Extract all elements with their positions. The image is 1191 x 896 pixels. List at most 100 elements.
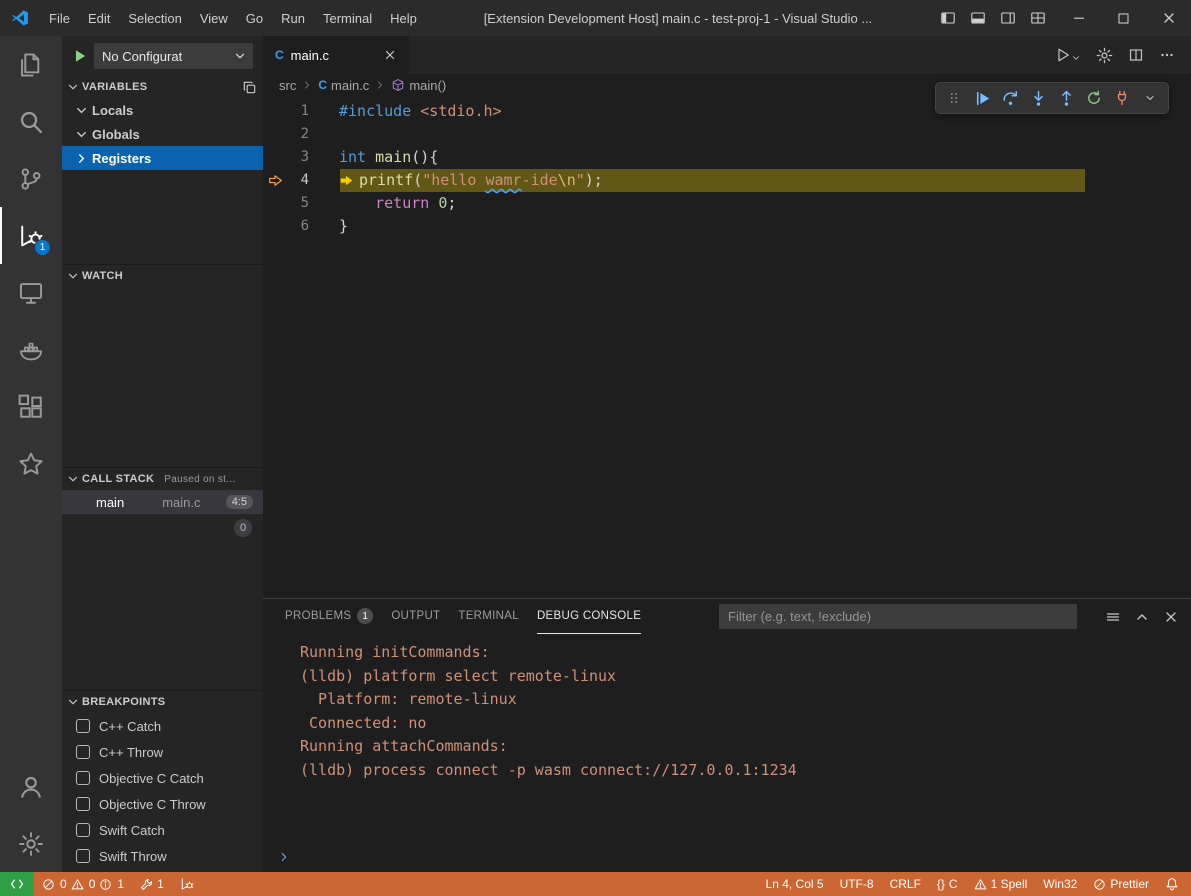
breakpoint-checkbox[interactable] (76, 849, 90, 863)
tab-problems[interactable]: PROBLEMS 1 (285, 599, 373, 634)
start-debugging-button[interactable] (72, 48, 88, 64)
variables-header[interactable]: VARIABLES (62, 76, 263, 98)
continue-button[interactable] (969, 85, 995, 111)
remote-indicator[interactable] (0, 872, 34, 896)
menu-edit[interactable]: Edit (79, 11, 119, 26)
debug-config-dropdown[interactable]: No Configurat (94, 43, 253, 69)
settings-button[interactable] (0, 815, 62, 872)
split-editor-button[interactable] (1128, 47, 1144, 63)
breakpoint-item[interactable]: C++ Throw (62, 739, 263, 765)
sidebar-item-source-control[interactable] (0, 150, 62, 207)
code-editor[interactable]: 1 #include <stdio.h> 2 3 int main(){ 4 (263, 96, 1191, 598)
chevron-down-icon (1144, 92, 1156, 104)
spell-checker-status[interactable]: 1 Spell (966, 872, 1036, 896)
call-stack-header[interactable]: CALL STACK Paused on st... (62, 468, 263, 490)
breakpoint-checkbox[interactable] (76, 719, 90, 733)
step-into-button[interactable] (1025, 85, 1051, 111)
tab-output[interactable]: OUTPUT (391, 599, 440, 634)
toggle-secondary-sidebar-button[interactable] (1000, 10, 1016, 26)
menu-go[interactable]: Go (237, 11, 272, 26)
step-over-button[interactable] (997, 85, 1023, 111)
debug-toolbar-more-button[interactable] (1137, 85, 1163, 111)
variables-scope-registers[interactable]: Registers (62, 146, 263, 170)
breakpoint-gutter[interactable] (263, 173, 283, 188)
ellipsis-icon (1159, 47, 1175, 63)
menu-run[interactable]: Run (272, 11, 314, 26)
breakpoint-checkbox[interactable] (76, 797, 90, 811)
breakpoint-item[interactable]: C++ Catch (62, 713, 263, 739)
close-button[interactable] (1146, 0, 1191, 36)
platform-status[interactable]: Win32 (1035, 872, 1085, 896)
console-input[interactable] (263, 845, 1191, 869)
disconnect-button[interactable] (1109, 85, 1135, 111)
tab-terminal[interactable]: TERMINAL (458, 599, 519, 634)
language-mode[interactable]: {} C (929, 872, 966, 896)
console-filter-input[interactable] (719, 604, 1077, 629)
stack-frame-row[interactable]: main main.c 4:5 (62, 490, 263, 514)
sidebar-item-search[interactable] (0, 93, 62, 150)
sidebar-item-explorer[interactable] (0, 36, 62, 93)
eol-status[interactable]: CRLF (882, 872, 929, 896)
editor-settings-button[interactable] (1096, 47, 1113, 64)
tools-status[interactable]: 1 (132, 872, 172, 896)
breakpoint-checkbox[interactable] (76, 823, 90, 837)
variables-scope-locals[interactable]: Locals (62, 98, 263, 122)
menu-selection[interactable]: Selection (119, 11, 190, 26)
maximize-button[interactable] (1101, 0, 1146, 36)
sidebar-item-docker[interactable] (0, 321, 62, 378)
menu-view[interactable]: View (191, 11, 237, 26)
breakpoint-item[interactable]: Objective C Catch (62, 765, 263, 791)
menu-file[interactable]: File (40, 11, 79, 26)
tab-close-button[interactable] (383, 48, 397, 62)
menu-help[interactable]: Help (381, 11, 426, 26)
collapse-all-button[interactable] (242, 80, 257, 95)
breadcrumb-symbol[interactable]: main() (391, 78, 446, 93)
breakpoint-item[interactable]: Swift Throw (62, 843, 263, 869)
variables-scope-globals[interactable]: Globals (62, 122, 263, 146)
breakpoint-checkbox[interactable] (76, 745, 90, 759)
breadcrumb-file[interactable]: C main.c (318, 78, 369, 93)
sidebar-item-favorites[interactable] (0, 435, 62, 492)
toggle-panel-icon (970, 10, 986, 26)
debug-status[interactable] (172, 872, 202, 896)
menu-terminal[interactable]: Terminal (314, 11, 381, 26)
step-out-button[interactable] (1053, 85, 1079, 111)
sidebar-item-run-debug[interactable]: 1 (0, 207, 62, 264)
breadcrumb-folder[interactable]: src (279, 78, 296, 93)
formatter-status[interactable]: Prettier (1085, 872, 1157, 896)
breakpoint-item[interactable]: Swift Catch (62, 817, 263, 843)
toggle-sidebar-button[interactable] (940, 10, 956, 26)
variables-section: VARIABLES Locals Globals Registers (62, 76, 263, 264)
sidebar-item-extensions[interactable] (0, 378, 62, 435)
disconnect-plug-icon (1114, 90, 1130, 106)
tab-debug-console[interactable]: DEBUG CONSOLE (537, 599, 641, 634)
close-panel-button[interactable] (1163, 609, 1179, 625)
accounts-button[interactable] (0, 758, 62, 815)
console-options-button[interactable] (1105, 609, 1121, 625)
window-title: [Extension Development Host] main.c - te… (426, 11, 930, 26)
problems-count-badge: 1 (357, 608, 373, 624)
breakpoints-header[interactable]: BREAKPOINTS (62, 691, 263, 713)
toggle-panel-button[interactable] (970, 10, 986, 26)
sidebar-item-remote-explorer[interactable] (0, 264, 62, 321)
breakpoint-checkbox[interactable] (76, 771, 90, 785)
toggle-secondary-sidebar-icon (1000, 10, 1016, 26)
tab-main-c[interactable]: C main.c (263, 36, 409, 74)
minimize-button[interactable] (1056, 0, 1101, 36)
breakpoint-item[interactable]: Objective C Throw (62, 791, 263, 817)
code-token: (){ (411, 146, 438, 169)
cursor-position[interactable]: Ln 4, Col 5 (758, 872, 832, 896)
problems-status[interactable]: 0 0 1 (34, 872, 132, 896)
more-actions-button[interactable] (1159, 47, 1175, 63)
scope-label: Registers (92, 151, 151, 166)
maximize-panel-button[interactable] (1134, 609, 1150, 625)
restart-button[interactable] (1081, 85, 1107, 111)
error-count: 0 (60, 877, 67, 891)
code-token: main (375, 146, 411, 169)
toolbar-drag-handle[interactable] (941, 85, 967, 111)
notifications-button[interactable] (1157, 872, 1191, 896)
customize-layout-button[interactable] (1030, 10, 1046, 26)
encoding-status[interactable]: UTF-8 (832, 872, 882, 896)
watch-header[interactable]: WATCH (62, 265, 263, 287)
run-file-button[interactable] (1055, 47, 1081, 63)
